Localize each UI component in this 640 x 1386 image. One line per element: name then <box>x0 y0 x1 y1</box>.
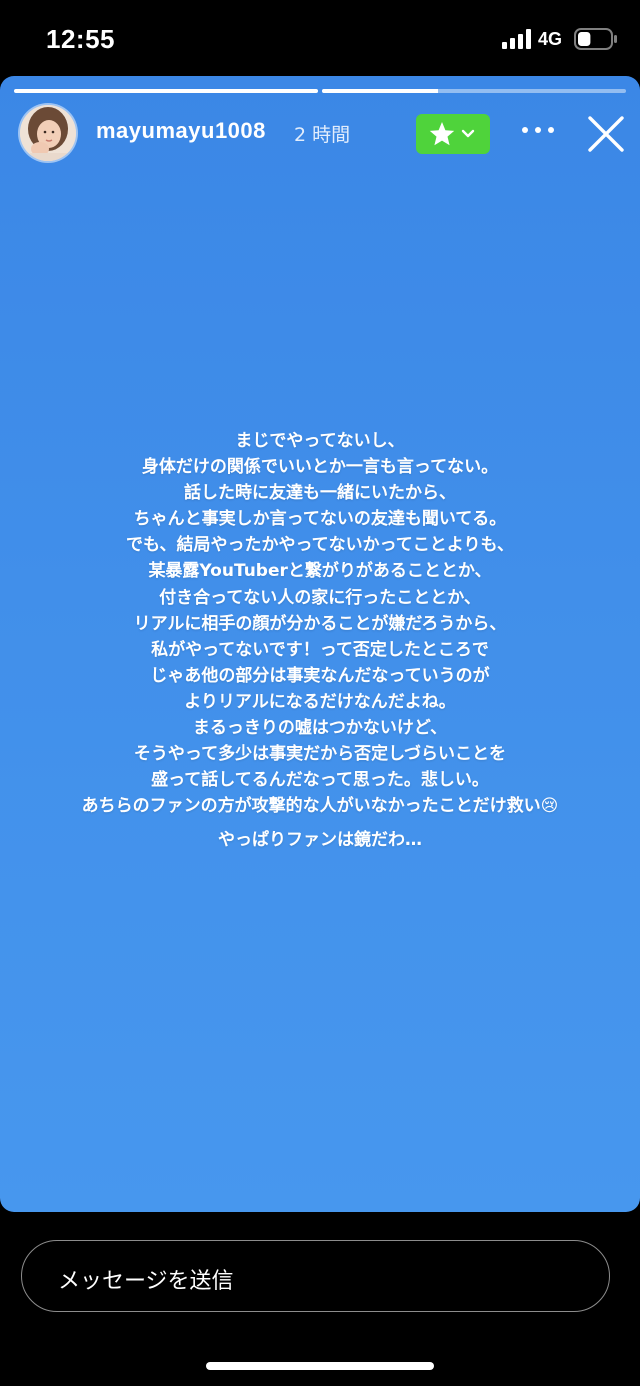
story-timestamp: 2 時間 <box>294 124 351 146</box>
story-text-line: まじでやってないし、 <box>235 431 405 451</box>
avatar-image <box>20 105 76 161</box>
message-input[interactable]: メッセージを送信 <box>21 1240 610 1312</box>
status-time: 12:55 <box>46 24 115 54</box>
network-type: 4G <box>538 29 563 49</box>
story-text-line: じゃあ他の部分は事実なんだなっていうのが <box>150 665 490 686</box>
story-card[interactable]: mayumayu1008 2 時間 まじでやってないし、 身体だけの関係でいいと… <box>0 76 640 1212</box>
story-text: まじでやってないし、 身体だけの関係でいいとか一言も言ってない。 話した時に友達… <box>0 428 640 854</box>
story-text-line: リアルに相手の顔が分かることが嫌だろうから、 <box>133 613 507 634</box>
battery-icon <box>574 28 617 50</box>
story-progress-segment <box>322 89 626 93</box>
story-text-line: よりリアルになるだけなんだよね。 <box>184 691 456 712</box>
star-icon <box>429 122 475 146</box>
story-text-line: そうやって多少は事実だから否定しづらいことを <box>133 744 507 765</box>
story-text-line: ちゃんと事実しか言ってないの友達も聞いてる。 <box>133 509 507 530</box>
story-text-line: 盛って話してるんだなって思った。悲しい。 <box>151 770 489 791</box>
close-friends-badge[interactable] <box>416 114 490 154</box>
story-text-line: 付き合ってない人の家に行ったこととか、 <box>159 587 481 608</box>
story-progress-fill <box>322 89 438 93</box>
story-text-line: まるっきりの嘘はつかないけど、 <box>192 718 448 739</box>
story-text-line: 某暴露YouTuberと繋がりがあることとか、 <box>148 561 492 582</box>
story-text-last-line: やっぱりファンは鏡だわ… <box>218 830 422 851</box>
status-bar: 12:55 4G <box>0 0 640 76</box>
story-text-line: でも、結局やったかやってないかってことよりも、 <box>126 535 514 556</box>
story-text-line: 私がやってないです！って否定したところで <box>151 639 489 660</box>
story-text-line: あちらのファンの方が攻撃的な人がいなかったことだけ救い😢 <box>81 796 559 817</box>
cellular-signal-icon <box>502 29 531 49</box>
avatar[interactable] <box>20 105 76 161</box>
close-icon[interactable] <box>586 114 626 154</box>
story-username[interactable]: mayumayu1008 <box>96 118 266 144</box>
story-text-line: 話した時に友達も一緒にいたから、 <box>184 483 456 504</box>
message-placeholder[interactable]: メッセージを送信 <box>58 1263 234 1295</box>
story-progress-fill <box>14 89 318 93</box>
home-indicator[interactable] <box>206 1362 434 1370</box>
story-progress-segment <box>14 89 318 93</box>
story-text-line: 身体だけの関係でいいとか一言も言ってない。 <box>141 457 499 478</box>
more-horizontal-icon[interactable] <box>520 122 556 138</box>
